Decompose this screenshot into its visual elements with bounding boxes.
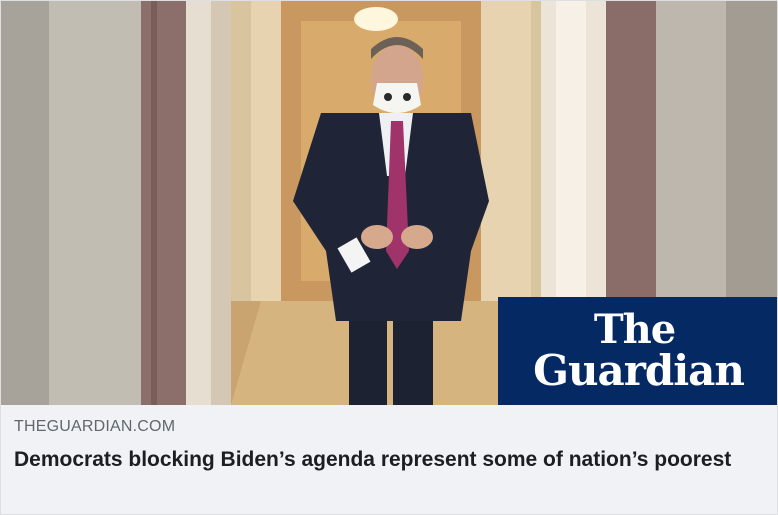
guardian-logo: The Guardian [498,297,777,405]
logo-line-guardian: Guardian [533,346,745,395]
link-headline[interactable]: Democrats blocking Biden’s agenda repres… [14,445,766,474]
article-photo[interactable]: The Guardian [1,1,777,405]
logo-line-the: The [593,306,676,353]
link-preview-card[interactable]: The Guardian THEGUARDIAN.COM Democrats b… [0,0,778,515]
link-domain: THEGUARDIAN.COM [14,418,176,435]
link-preview-meta[interactable]: THEGUARDIAN.COM Democrats blocking Biden… [1,405,777,514]
